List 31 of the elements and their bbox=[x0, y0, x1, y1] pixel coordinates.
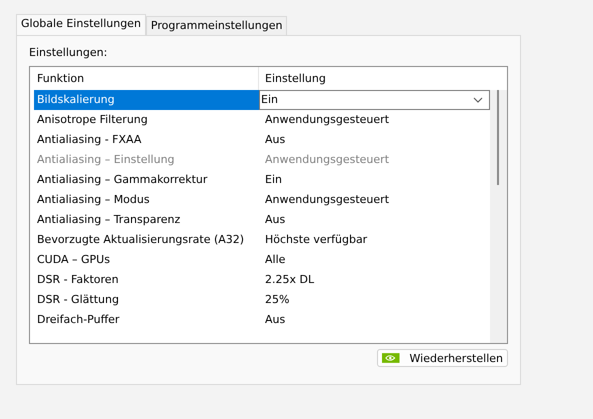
setting-name[interactable]: Antialiasing - FXAA bbox=[34, 130, 259, 150]
setting-name[interactable]: Bevorzugte Aktualisierungsrate (A32) bbox=[34, 230, 259, 250]
setting-value: Höchste verfügbar bbox=[264, 232, 368, 248]
tab[interactable]: Programmeinstellungen bbox=[146, 16, 288, 35]
setting-name[interactable]: DSR - Faktoren bbox=[34, 270, 259, 290]
setting-value: Anwendungsgesteuert bbox=[264, 152, 390, 168]
setting-name[interactable]: Antialiasing – Transparenz bbox=[34, 210, 259, 230]
column-header[interactable]: Einstellung bbox=[259, 67, 490, 90]
setting-value: Alle bbox=[264, 252, 286, 268]
tab[interactable]: Globale Einstellungen bbox=[16, 14, 146, 35]
setting-value: Anwendungsgesteuert bbox=[264, 112, 390, 128]
setting-name[interactable]: Anisotrope Filterung bbox=[34, 110, 259, 130]
setting-value: Anwendungsgesteuert bbox=[264, 192, 390, 208]
setting-name[interactable]: DSR - Glättung bbox=[34, 290, 259, 310]
setting-value: 2.25x DL bbox=[264, 272, 316, 288]
chevron-down-icon bbox=[473, 97, 483, 103]
setting-value: Aus bbox=[264, 212, 286, 228]
setting-value: 25% bbox=[264, 292, 290, 308]
setting-name[interactable]: Bildskalierung bbox=[34, 90, 259, 110]
setting-name[interactable]: Antialiasing – Gammakorrektur bbox=[34, 170, 259, 190]
setting-value: Aus bbox=[264, 132, 286, 148]
restore-button[interactable]: Wiederherstellen bbox=[377, 349, 508, 367]
settings-label: Einstellungen: bbox=[29, 46, 108, 59]
setting-name[interactable]: CUDA – GPUs bbox=[34, 250, 259, 270]
setting-name[interactable]: Antialiasing – Modus bbox=[34, 190, 259, 210]
setting-name[interactable]: Dreifach-Puffer bbox=[34, 310, 259, 330]
setting-value: Ein bbox=[264, 172, 283, 188]
setting-value: Aus bbox=[264, 312, 286, 328]
value-dropdown[interactable]: Ein bbox=[259, 90, 490, 110]
scrollbar[interactable] bbox=[490, 90, 507, 343]
eye-logo-icon bbox=[382, 353, 400, 363]
